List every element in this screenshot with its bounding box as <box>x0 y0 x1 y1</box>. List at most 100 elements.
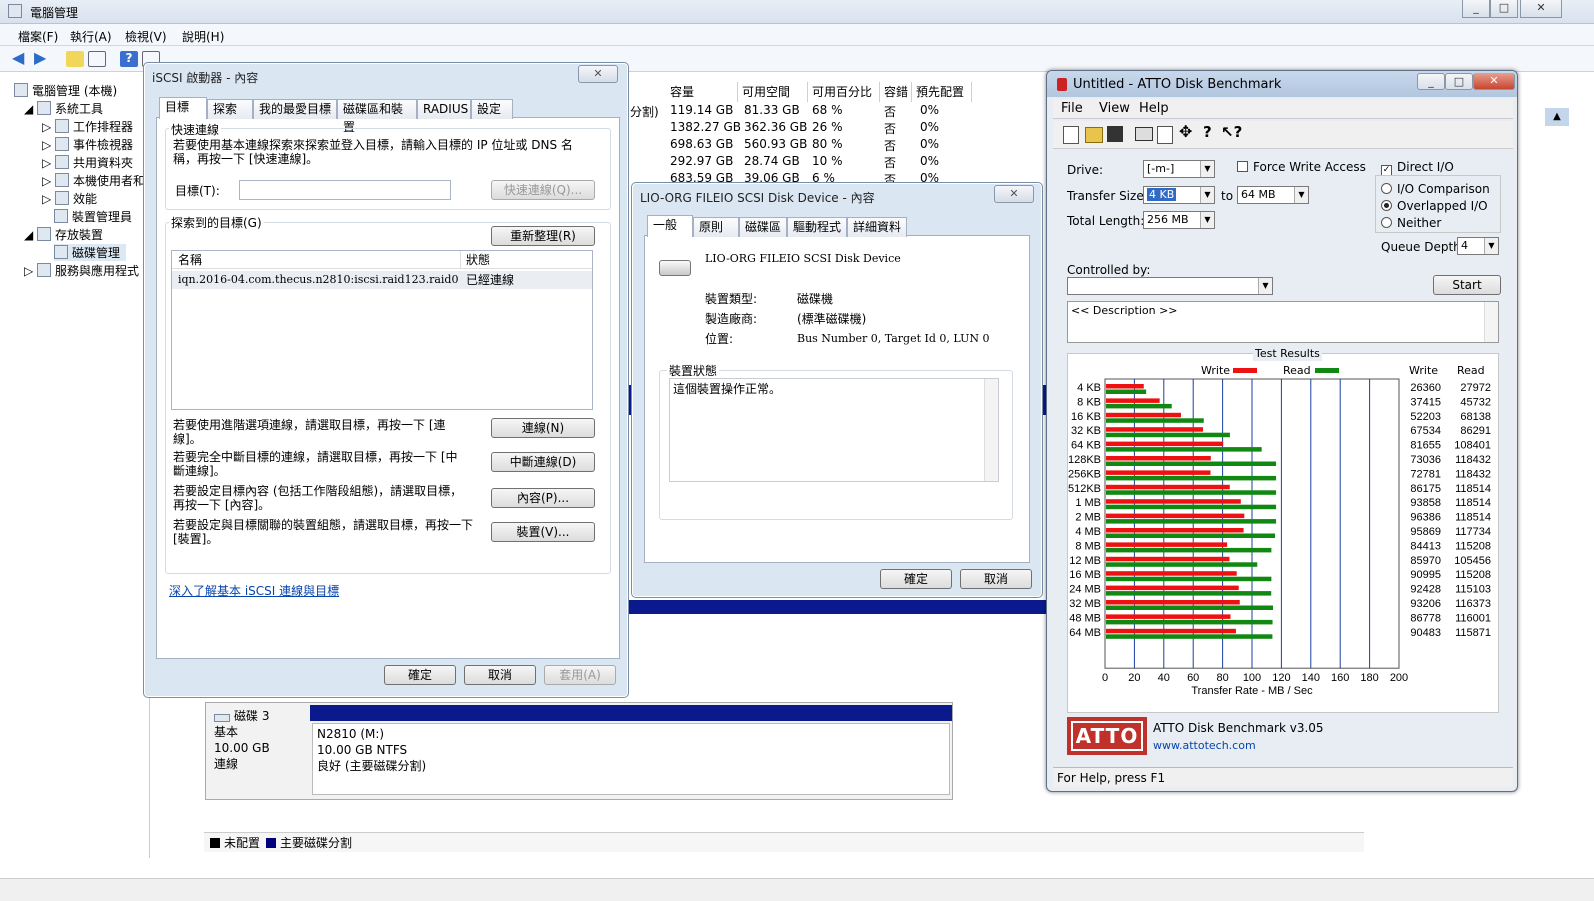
tab-configuration[interactable]: 設定 <box>471 99 513 119</box>
queue-depth-select[interactable]: 4 ▼ <box>1457 237 1499 255</box>
io-comparison-radio[interactable]: I/O Comparison <box>1381 182 1490 196</box>
move-icon[interactable]: ✥ <box>1179 124 1192 140</box>
help-icon[interactable]: ? <box>120 51 138 67</box>
close-button[interactable]: ✕ <box>1520 0 1562 18</box>
write-bar <box>1106 571 1237 576</box>
drive-select[interactable]: [-m-] ▼ <box>1143 160 1215 178</box>
cancel-button[interactable]: 取消 <box>464 665 536 685</box>
tree-item-local-users[interactable]: ▷ 本機使用者和 <box>42 172 145 189</box>
tab-driver[interactable]: 驅動程式 <box>787 217 847 237</box>
tab-volumes[interactable]: 磁碟區 <box>739 217 787 237</box>
tree-item-services[interactable]: ▷ 服務與應用程式 <box>24 262 139 279</box>
maximize-button[interactable]: □ <box>1490 0 1518 18</box>
scrollbar[interactable] <box>984 379 998 481</box>
column-name[interactable]: 名稱 <box>178 253 202 267</box>
column-overhead[interactable]: 預先配置 <box>912 82 972 102</box>
tree-item-event-viewer[interactable]: ▷ 事件檢視器 <box>42 136 133 153</box>
clock-icon <box>55 119 70 133</box>
write-bar <box>1106 556 1230 562</box>
print-icon[interactable] <box>1135 127 1153 141</box>
new-file-icon[interactable] <box>1063 126 1079 144</box>
tab-radius[interactable]: RADIUS <box>417 99 471 119</box>
table-row[interactable]: iqn.2016-04.com.thecus.n2810:iscsi.raid1… <box>172 271 592 289</box>
forward-icon[interactable]: ▶ <box>34 50 52 67</box>
column-status[interactable]: 狀態 <box>466 253 490 267</box>
disconnect-button[interactable]: 中斷連線(D) <box>491 452 595 472</box>
refresh-button[interactable]: 重新整理(R) <box>491 226 595 246</box>
write-value: 81655 <box>1410 440 1441 452</box>
direct-io-checkbox[interactable]: ✓ Direct I/O <box>1381 160 1454 176</box>
description-textbox[interactable]: << Description >> <box>1067 301 1499 343</box>
atto-maximize-button[interactable]: □ <box>1445 73 1473 90</box>
atto-close-button[interactable]: ✕ <box>1473 73 1515 90</box>
controlled-by-select[interactable]: ▼ <box>1067 277 1273 295</box>
scrollbar[interactable] <box>1484 302 1498 342</box>
tree-item-computer-management[interactable]: 電腦管理 (本機) <box>14 82 117 99</box>
save-icon[interactable] <box>1107 126 1123 142</box>
minimize-button[interactable]: _ <box>1462 0 1490 18</box>
menu-view[interactable]: 檢視(V) <box>125 28 167 45</box>
tree-item-disk-management[interactable]: 磁碟管理 <box>54 244 127 261</box>
tab-general[interactable]: 一般 <box>647 215 693 237</box>
back-icon[interactable]: ◀ <box>12 50 30 67</box>
menu-action[interactable]: 執行(A) <box>70 28 112 45</box>
tree-item-device-manager[interactable]: 裝置管理員 <box>54 208 132 225</box>
help-icon[interactable]: ? <box>1203 125 1212 140</box>
cancel-button[interactable]: 取消 <box>960 569 1032 589</box>
tab-volumes-devices[interactable]: 磁碟區和裝置 <box>337 99 417 134</box>
atto-minimize-button[interactable]: _ <box>1417 73 1445 90</box>
learn-more-link[interactable]: 深入了解基本 iSCSI 連線與目標 <box>169 584 339 598</box>
context-help-icon[interactable]: ↖? <box>1221 125 1242 140</box>
partition-m[interactable]: N2810 (M:) 10.00 GB NTFS 良好 (主要磁碟分割) <box>312 723 950 795</box>
column-capacity[interactable]: 容量 <box>666 82 738 102</box>
neither-radio[interactable]: Neither <box>1381 216 1441 230</box>
menu-file[interactable]: 檔案(F) <box>18 28 58 45</box>
properties-button[interactable]: 內容(P)... <box>491 488 595 508</box>
force-write-checkbox[interactable]: Force Write Access <box>1237 160 1366 174</box>
tree-item-storage[interactable]: ◢ 存放裝置 <box>24 226 103 243</box>
read-value: 27972 <box>1460 382 1491 394</box>
tree-item-performance[interactable]: ▷ 效能 <box>42 190 97 207</box>
transfer-size-from-select[interactable]: 4 KB ▼ <box>1143 186 1215 204</box>
menu-help[interactable]: Help <box>1139 102 1169 116</box>
show-hide-tree-icon[interactable] <box>88 51 106 67</box>
target-input[interactable] <box>239 180 451 200</box>
write-value: 72781 <box>1410 468 1441 480</box>
column-free-space[interactable]: 可用空間 <box>738 82 808 102</box>
overlapped-io-radio[interactable]: Overlapped I/O <box>1381 199 1488 213</box>
atto-website-link[interactable]: www.attotech.com <box>1153 739 1256 753</box>
connect-button[interactable]: 連線(N) <box>491 418 595 438</box>
tab-policies[interactable]: 原則 <box>693 217 739 237</box>
iscsi-close-icon[interactable]: ✕ <box>578 65 618 83</box>
transfer-size-to-select[interactable]: 64 MB ▼ <box>1237 186 1309 204</box>
atto-titlebar: Untitled - ATTO Disk Benchmark _ □ ✕ <box>1047 71 1517 97</box>
tab-favorite-targets[interactable]: 我的最愛目標 <box>253 99 337 119</box>
device-close-icon[interactable]: ✕ <box>994 185 1034 203</box>
to-label: to <box>1221 189 1234 203</box>
menu-help[interactable]: 說明(H) <box>182 28 224 45</box>
device-status-box[interactable]: 這個裝置操作正常。 <box>669 378 999 482</box>
menu-file[interactable]: File <box>1061 102 1083 116</box>
tab-discovery[interactable]: 探索 <box>207 99 253 119</box>
ok-button[interactable]: 確定 <box>384 665 456 685</box>
open-folder-icon[interactable] <box>1085 127 1103 143</box>
action-pane-expand-icon[interactable]: ▲ <box>1545 108 1569 126</box>
tab-targets[interactable]: 目標 <box>159 97 207 119</box>
grid-cell: 否 <box>884 139 897 153</box>
menu-view[interactable]: View <box>1099 102 1130 116</box>
quick-connect-button[interactable]: 快速連線(Q)... <box>491 180 595 200</box>
tree-item-shared-folders[interactable]: ▷ 共用資料夾 <box>42 154 133 171</box>
print-preview-icon[interactable] <box>1157 126 1173 144</box>
total-length-select[interactable]: 256 MB ▼ <box>1143 211 1215 229</box>
devices-button[interactable]: 裝置(V)... <box>491 522 595 542</box>
tab-details[interactable]: 詳細資料 <box>847 217 907 237</box>
tree-item-task-scheduler[interactable]: ▷ 工作排程器 <box>42 118 133 135</box>
start-button[interactable]: Start <box>1433 275 1501 295</box>
write-bar <box>1106 470 1211 475</box>
tree-item-system-tools[interactable]: ◢ 系統工具 <box>24 100 103 117</box>
apply-button[interactable]: 套用(A) <box>544 665 616 685</box>
folder-up-icon[interactable] <box>66 51 84 67</box>
column-fault-tolerance[interactable]: 容錯 <box>880 82 912 102</box>
column-percent-free[interactable]: 可用百分比 <box>808 82 880 102</box>
ok-button[interactable]: 確定 <box>880 569 952 589</box>
